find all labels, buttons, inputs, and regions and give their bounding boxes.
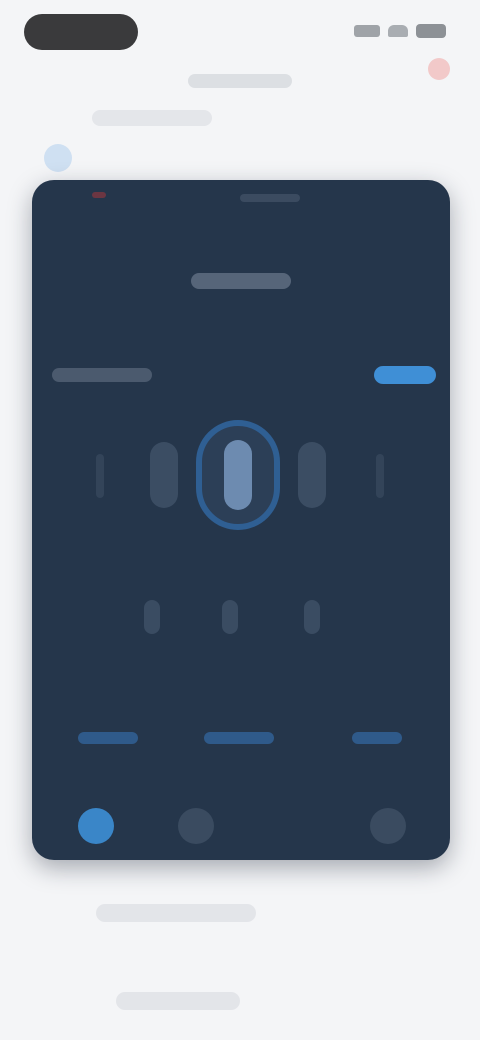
sub-header — [36, 104, 336, 172]
caption-secondary-text[interactable] — [116, 992, 240, 1010]
option-item[interactable] — [352, 732, 402, 744]
tick-mark — [222, 600, 238, 634]
device-title — [32, 270, 450, 296]
sub-header-label — [92, 110, 212, 126]
dial-segment — [96, 454, 104, 498]
app-screen — [0, 0, 480, 1040]
option-item[interactable] — [204, 732, 274, 744]
tick-mark — [304, 600, 320, 634]
option-row — [32, 732, 450, 752]
home-icon[interactable] — [78, 808, 114, 844]
page-title — [170, 70, 310, 92]
record-icon[interactable] — [428, 58, 450, 80]
dynamic-island — [24, 14, 138, 50]
caption-text — [96, 904, 256, 922]
level-ticks — [32, 600, 450, 640]
device-preview-card[interactable] — [32, 180, 450, 860]
bottom-dock — [32, 798, 450, 858]
wifi-icon — [388, 25, 408, 37]
grid-icon[interactable] — [178, 808, 214, 844]
dial-selected-core — [224, 440, 252, 510]
indicator-dot — [92, 192, 106, 198]
mode-left-label[interactable] — [52, 368, 152, 382]
status-bar — [0, 0, 480, 64]
battery-icon — [416, 24, 446, 38]
dial-segment[interactable] — [150, 442, 178, 508]
tick-mark — [144, 600, 160, 634]
avatar[interactable] — [44, 144, 72, 172]
dial-segment — [376, 454, 384, 498]
selector-dial[interactable] — [32, 420, 450, 530]
option-item[interactable] — [78, 732, 138, 744]
device-notch — [240, 194, 300, 202]
settings-icon[interactable] — [370, 808, 406, 844]
device-title-text — [191, 273, 291, 289]
signal-icon — [354, 25, 380, 37]
dial-segment[interactable] — [298, 442, 326, 508]
status-icons — [354, 22, 446, 40]
app-header — [0, 56, 480, 108]
mode-right-button[interactable] — [374, 366, 436, 384]
